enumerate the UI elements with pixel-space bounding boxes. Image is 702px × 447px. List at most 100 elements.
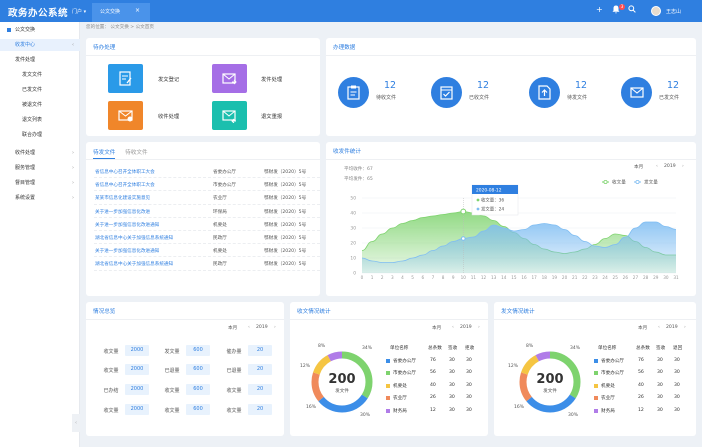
legend-swatch bbox=[386, 371, 390, 376]
sidebar-item-send-process[interactable]: 发件处理 bbox=[0, 54, 80, 66]
sidebar-item-center[interactable]: 收发中心 ‹ bbox=[0, 39, 80, 51]
search-icon[interactable] bbox=[628, 5, 636, 16]
reject-count: 30 bbox=[674, 382, 680, 388]
tooltip-send: 发文量：24 bbox=[481, 206, 504, 213]
x-tick-label: 1 bbox=[371, 275, 374, 280]
table-row[interactable]: 某某市信息化建设实施意见 农业厅 鄂财发（2020）5号 bbox=[94, 191, 320, 205]
table-row[interactable]: 农业厅 26 30 30 bbox=[594, 392, 694, 405]
sign-count: 30 bbox=[449, 382, 455, 388]
sidebar-item-send-docs[interactable]: 发文文件 bbox=[0, 69, 80, 81]
period-select[interactable]: 本月 bbox=[228, 325, 237, 331]
table-row[interactable]: 省信息中心召开全体职工大会 省委办公厅 鄂财发（2020）5号 bbox=[94, 165, 320, 179]
doc-title[interactable]: 关于进一步加强信息化改进通知 bbox=[95, 222, 159, 228]
stat-label: 待收文件 bbox=[376, 95, 397, 101]
sidebar-item-label: 系统设置 bbox=[15, 195, 36, 201]
sidebar-collapse-handle[interactable]: ‹ bbox=[72, 414, 80, 432]
sidebar-item-returned-docs[interactable]: 被退文件 bbox=[0, 99, 80, 111]
send-process-button[interactable] bbox=[212, 64, 247, 93]
y-tick-label: 10 bbox=[350, 256, 356, 262]
next-year-icon[interactable]: › bbox=[478, 325, 480, 330]
table-row[interactable]: 湖北省信息中心关于加强信息系统通知 民政厅 鄂财发（2020）5号 bbox=[94, 257, 320, 271]
return-resubmit-button[interactable] bbox=[212, 101, 247, 130]
doc-unit: 省委办公厅 bbox=[213, 170, 236, 175]
doc-title[interactable]: 关于进一步加强信息化改进 bbox=[95, 209, 150, 215]
expand-icon: › bbox=[72, 180, 74, 186]
expand-icon: › bbox=[72, 165, 74, 171]
x-tick-label: 28 bbox=[643, 275, 649, 280]
next-year-icon[interactable]: › bbox=[684, 325, 686, 330]
stat-value: 12 bbox=[383, 80, 397, 91]
stat-value: 12 bbox=[666, 80, 680, 91]
table-row[interactable]: 市委办公厅 56 30 30 bbox=[594, 367, 694, 380]
table-row[interactable]: 关于进一步加强信息化改进通知 机要处 鄂财发（2020）5号 bbox=[94, 218, 320, 231]
doc-title[interactable]: 湖北省信息中心关于加强信息系统通知 bbox=[95, 235, 173, 241]
doc-title[interactable]: 省信息中心召开全体职工大会 bbox=[95, 169, 155, 175]
situation-panel: 情况总览 本月 ‹ 2019 › 收文量 2000 发文量 600 催办量 20 收文… bbox=[86, 302, 284, 436]
expand-icon: › bbox=[72, 195, 74, 201]
prev-year-icon[interactable]: ‹ bbox=[248, 325, 250, 330]
user-name[interactable]: 王志山 bbox=[666, 8, 681, 15]
sidebar-item-joint[interactable]: 联合办理 bbox=[0, 129, 80, 141]
tab-pending-send[interactable]: 待发文件 bbox=[93, 150, 116, 159]
doc-title[interactable]: 湖北省信息中心关于加强信息系统通知 bbox=[95, 261, 173, 267]
x-tick-label: 29 bbox=[653, 275, 659, 280]
next-year-icon[interactable]: › bbox=[274, 325, 276, 330]
total-count: 12 bbox=[430, 407, 436, 413]
portal-menu[interactable]: 门户 ▾ bbox=[72, 8, 86, 15]
col-header: 签收 bbox=[656, 346, 666, 351]
hover-point[interactable] bbox=[460, 208, 467, 215]
notification-badge: 3 bbox=[619, 4, 625, 10]
sidebar-item-return-list[interactable]: 退文列表 bbox=[0, 114, 80, 126]
prev-year-icon[interactable]: ‹ bbox=[452, 325, 454, 330]
period-select[interactable]: 本月 bbox=[638, 325, 647, 331]
doc-title[interactable]: 某某市信息化建设实施意见 bbox=[95, 195, 150, 201]
reject-count: 30 bbox=[466, 382, 472, 388]
table-row[interactable]: 财务局 12 30 30 bbox=[594, 405, 694, 418]
table-row[interactable]: 湖北省信息中心关于加强信息系统通知 民政厅 鄂财发（2020）5号 bbox=[94, 231, 320, 245]
sidebar-item-sent-docs[interactable]: 已发文件 bbox=[0, 84, 80, 96]
table-row[interactable]: 财务局 12 30 30 bbox=[386, 405, 486, 418]
doc-register-button[interactable] bbox=[108, 64, 143, 93]
receive-process-button[interactable] bbox=[108, 101, 143, 130]
metric-value: 2000 bbox=[125, 384, 149, 395]
table-row[interactable]: 农业厅 26 30 30 bbox=[386, 392, 486, 405]
sidebar-item-settings[interactable]: 系统设置 › bbox=[0, 192, 80, 204]
table-row[interactable]: 关于进一步加强信息化改进 环保局 鄂财发（2020）5号 bbox=[94, 205, 320, 218]
prev-year-icon[interactable]: ‹ bbox=[658, 325, 660, 330]
table-row[interactable]: 机要处 40 30 30 bbox=[386, 380, 486, 393]
reject-count: 30 bbox=[466, 407, 472, 413]
sidebar-item-doc-exchange[interactable]: 公文交换 bbox=[0, 24, 80, 36]
reject-count: 30 bbox=[674, 357, 680, 363]
sidebar-item-receive-process[interactable]: 收件处理 › bbox=[0, 147, 80, 159]
period-select[interactable]: 本月 bbox=[432, 325, 441, 331]
table-row[interactable]: 省委办公厅 76 30 30 bbox=[594, 355, 694, 368]
table-row[interactable]: 市委办公厅 56 30 30 bbox=[386, 367, 486, 380]
pct-label: 34% bbox=[362, 346, 373, 351]
pct-label: 12% bbox=[300, 364, 311, 369]
hover-point[interactable] bbox=[460, 236, 466, 241]
avatar[interactable] bbox=[651, 6, 661, 16]
doc-title[interactable]: 省信息中心召开全体职工大会 bbox=[95, 182, 155, 188]
table-row[interactable]: 关于进一步加强信息化改进通知 机要处 鄂财发（2020）5号 bbox=[94, 244, 320, 258]
tab-pending-receive[interactable]: 待收文件 bbox=[125, 150, 147, 156]
tab-close-icon[interactable]: × bbox=[135, 7, 140, 14]
table-row[interactable]: 机要处 40 30 30 bbox=[594, 380, 694, 393]
add-icon[interactable]: + bbox=[596, 5, 603, 15]
sidebar-item-label: 收件处理 bbox=[15, 150, 36, 156]
table-row[interactable]: 省委办公厅 76 30 30 bbox=[386, 355, 486, 368]
doc-number: 鄂财发（2020）5号 bbox=[264, 183, 307, 189]
app-title: 政务办公系统 bbox=[8, 8, 69, 19]
metric-label: 发文量 bbox=[164, 349, 180, 355]
metric-value: 600 bbox=[186, 384, 210, 395]
col-header: 签收 bbox=[448, 346, 458, 351]
x-tick-label: 19 bbox=[552, 275, 558, 280]
sidebar-item-service[interactable]: 服务管理 › bbox=[0, 162, 80, 174]
doc-title[interactable]: 关于进一步加强信息化改进通知 bbox=[95, 248, 159, 254]
table-row[interactable]: 省信息中心召开全体职工大会 市委办公厅 鄂财发（2020）5号 bbox=[94, 178, 320, 192]
sidebar-item-label: 服务管理 bbox=[15, 165, 36, 171]
x-tick-label: 17 bbox=[532, 275, 538, 280]
sidebar-item-supervise[interactable]: 督目管理 › bbox=[0, 177, 80, 189]
unit-name: 财务局 bbox=[601, 408, 615, 414]
stat-value: 12 bbox=[476, 80, 490, 91]
tab-doc-exchange[interactable]: 公文交换 × bbox=[92, 3, 150, 22]
